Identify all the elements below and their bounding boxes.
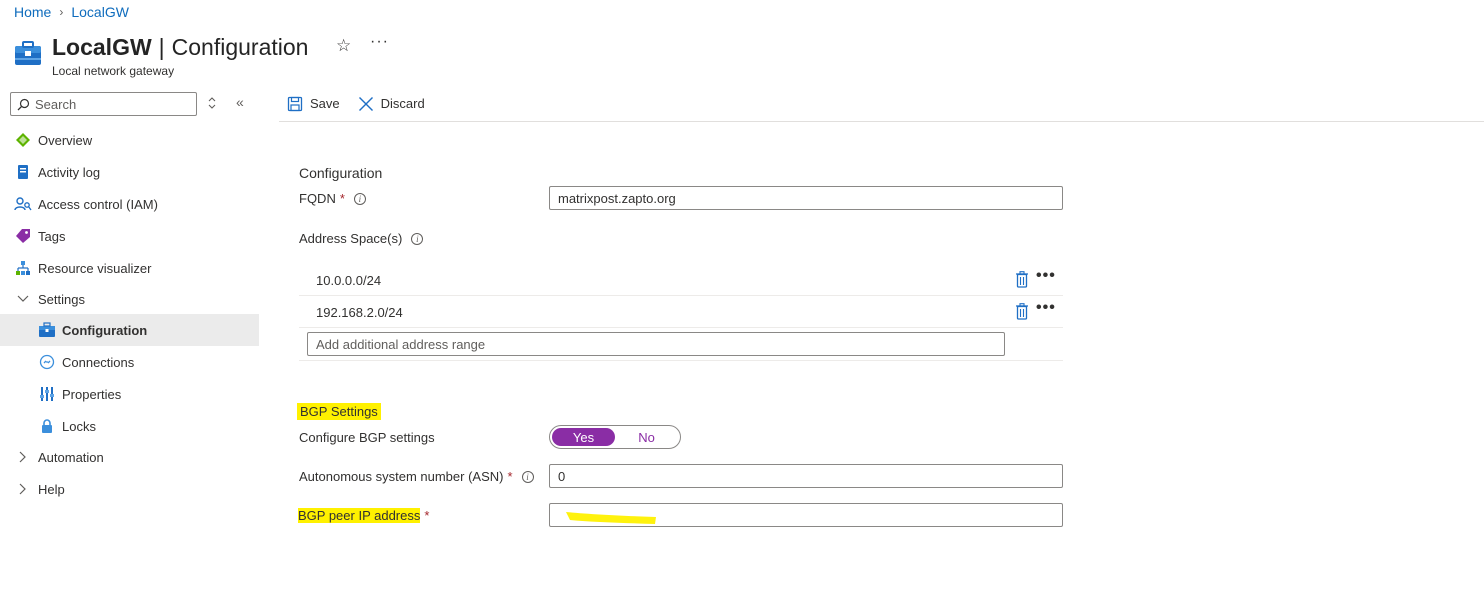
sidebar-group-help[interactable]: Help [0,474,259,504]
configure-bgp-toggle[interactable]: Yes No [549,425,681,449]
fqdn-label: FQDN * i [299,191,366,206]
sidebar-search-input[interactable] [35,96,185,112]
page-header: LocalGW | Configuration Local network ga… [14,34,308,78]
save-icon [287,96,303,111]
sidebar-item-label: Access control (IAM) [38,196,158,212]
iam-icon [14,195,32,213]
resource-name: LocalGW [52,34,152,60]
add-address-range-input[interactable] [308,333,1004,355]
sidebar-item-tags[interactable]: Tags [0,220,259,252]
asn-label: Autonomous system number (ASN) * i [299,469,534,484]
info-icon[interactable]: i [521,470,534,483]
more-icon[interactable]: ••• [1036,267,1056,285]
discard-button[interactable]: Discard [358,96,425,112]
sidebar-item-label: Configuration [62,322,148,338]
sidebar-item-iam[interactable]: Access control (IAM) [0,188,259,220]
sidebar-item-properties[interactable]: Properties [0,378,259,410]
trash-icon[interactable] [1015,303,1029,320]
chevron-right-icon [14,451,32,463]
address-range-value: 10.0.0.0/24 [316,273,382,288]
tag-icon [14,227,32,245]
search-icon [17,98,30,110]
table-row [299,328,1063,361]
sidebar-item-connections[interactable]: Connections [0,346,259,378]
address-space-label: Address Space(s) i [299,231,424,246]
title-separator: | [158,34,165,60]
sidebar-group-automation[interactable]: Automation [0,442,259,472]
breadcrumb-home-link[interactable]: Home [14,4,51,20]
sidebar-item-label: Overview [38,132,93,148]
bgp-peer-label: BGP peer IP address * [296,508,431,523]
required-marker: * [424,508,430,523]
sidebar-item-locks[interactable]: Locks [0,410,259,442]
asn-field[interactable] [549,464,1063,488]
more-icon[interactable]: ••• [1036,299,1056,317]
required-marker: * [339,191,345,206]
sidebar-nav: Overview Activity log Access control (IA… [0,124,259,504]
sidebar-group-label: Settings [38,291,85,307]
breadcrumb-current-link[interactable]: LocalGW [71,4,129,20]
chevron-right-icon [14,483,32,495]
sidebar-group-label: Help [38,481,65,497]
expand-collapse-icon[interactable] [205,95,219,111]
sidebar-item-label: Activity log [38,164,101,180]
sidebar-search[interactable] [10,92,197,116]
sidebar-item-label: Tags [38,228,66,244]
page-title: LocalGW | Configuration [52,34,308,61]
sidebar-group-label: Automation [38,449,104,465]
fqdn-input[interactable] [550,187,1062,209]
command-bar: Save Discard [279,86,1484,122]
save-button[interactable]: Save [287,96,340,112]
info-icon[interactable]: i [411,232,424,245]
resource-type-subtitle: Local network gateway [52,64,175,78]
page-name: Configuration [171,34,309,60]
close-icon [358,96,373,111]
sidebar-item-resource-visualizer[interactable]: Resource visualizer [0,252,259,284]
sidebar-item-overview[interactable]: Overview [0,124,259,156]
save-label: Save [310,96,340,111]
configuration-icon [38,321,56,339]
required-marker: * [507,469,513,484]
breadcrumb: Home › LocalGW [14,4,129,20]
section-title-configuration: Configuration [299,165,383,181]
configure-bgp-label: Configure BGP settings [299,430,435,445]
properties-icon [38,385,56,403]
sidebar-item-label: Locks [62,418,96,434]
bgp-peer-label-text: BGP peer IP address [298,508,421,523]
connections-icon [38,353,56,371]
local-network-gateway-icon [15,41,41,65]
sidebar-item-configuration[interactable]: Configuration [0,314,259,346]
fqdn-field[interactable] [549,186,1063,210]
bgp-yes-option[interactable]: Yes [552,428,615,446]
sidebar-item-activity-log[interactable]: Activity log [0,156,259,188]
add-address-range-field[interactable] [307,332,1005,356]
bgp-no-option[interactable]: No [615,428,678,446]
sidebar-item-label: Properties [62,386,122,402]
overview-icon [14,131,32,149]
table-row: 10.0.0.0/24 ••• [299,264,1063,296]
sidebar-group-settings[interactable]: Settings [0,284,259,314]
visualizer-icon [14,259,32,277]
asn-input[interactable] [550,465,1062,487]
discard-label: Discard [380,96,425,111]
lock-icon [38,417,56,435]
chevron-down-icon [14,295,32,303]
table-row: 192.168.2.0/24 ••• [299,296,1063,328]
activity-log-icon [14,163,32,181]
trash-icon[interactable] [1015,271,1029,288]
sidebar-item-label: Resource visualizer [38,260,152,276]
sidebar-item-label: Connections [62,354,135,370]
address-range-value: 192.168.2.0/24 [316,305,403,320]
star-icon[interactable]: ☆ [336,36,351,56]
chevron-right-icon: › [59,5,64,19]
section-title-bgp: BGP Settings [297,403,381,420]
highlight-marker-stroke [566,512,656,524]
more-options-button[interactable]: ··· [370,33,389,51]
info-icon[interactable]: i [353,192,366,205]
collapse-sidebar-icon[interactable]: « [236,94,244,110]
